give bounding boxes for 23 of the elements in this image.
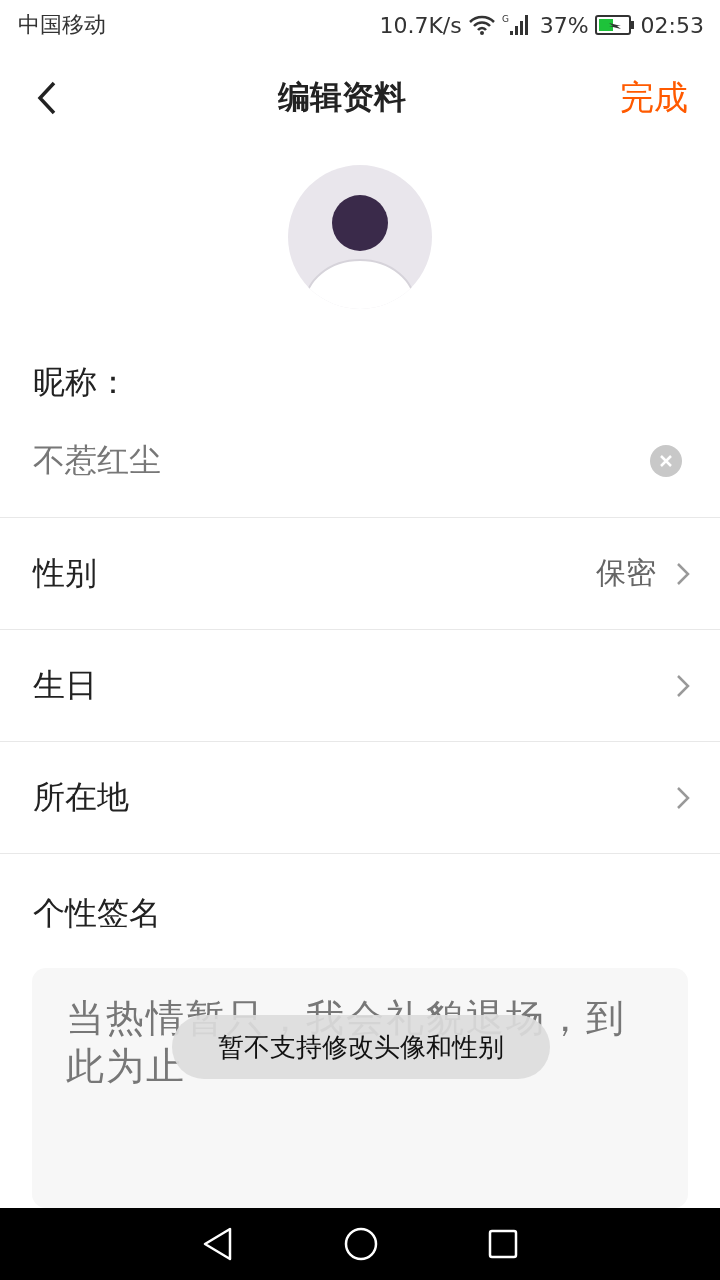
row-value: 保密 bbox=[596, 554, 656, 592]
back-icon bbox=[36, 79, 58, 116]
home-nav-button[interactable] bbox=[344, 1227, 378, 1261]
chevron-right-icon bbox=[676, 785, 690, 810]
row-label: 性别 bbox=[33, 552, 97, 594]
page-title: 编辑资料 bbox=[278, 76, 406, 118]
close-icon bbox=[659, 454, 673, 468]
nickname-label: 昵称： bbox=[32, 362, 130, 403]
recents-nav-button[interactable] bbox=[488, 1229, 518, 1259]
done-button[interactable]: 完成 bbox=[620, 74, 688, 121]
chevron-right-icon bbox=[676, 673, 690, 698]
battery-icon bbox=[594, 14, 635, 36]
carrier-name: 中国移动 bbox=[18, 11, 106, 39]
battery-percent: 37% bbox=[539, 12, 589, 38]
network-speed: 10.7K/s bbox=[379, 12, 462, 38]
row-label: 生日 bbox=[33, 664, 97, 706]
wifi-icon bbox=[467, 14, 496, 36]
nickname-field[interactable]: 不惹红尘 bbox=[33, 442, 650, 480]
signature-label: 个性签名 bbox=[32, 893, 162, 934]
chevron-right-icon bbox=[676, 561, 690, 586]
back-nav-button[interactable] bbox=[202, 1227, 234, 1261]
clock-time: 02:53 bbox=[640, 12, 704, 38]
row-label: 所在地 bbox=[33, 776, 129, 818]
